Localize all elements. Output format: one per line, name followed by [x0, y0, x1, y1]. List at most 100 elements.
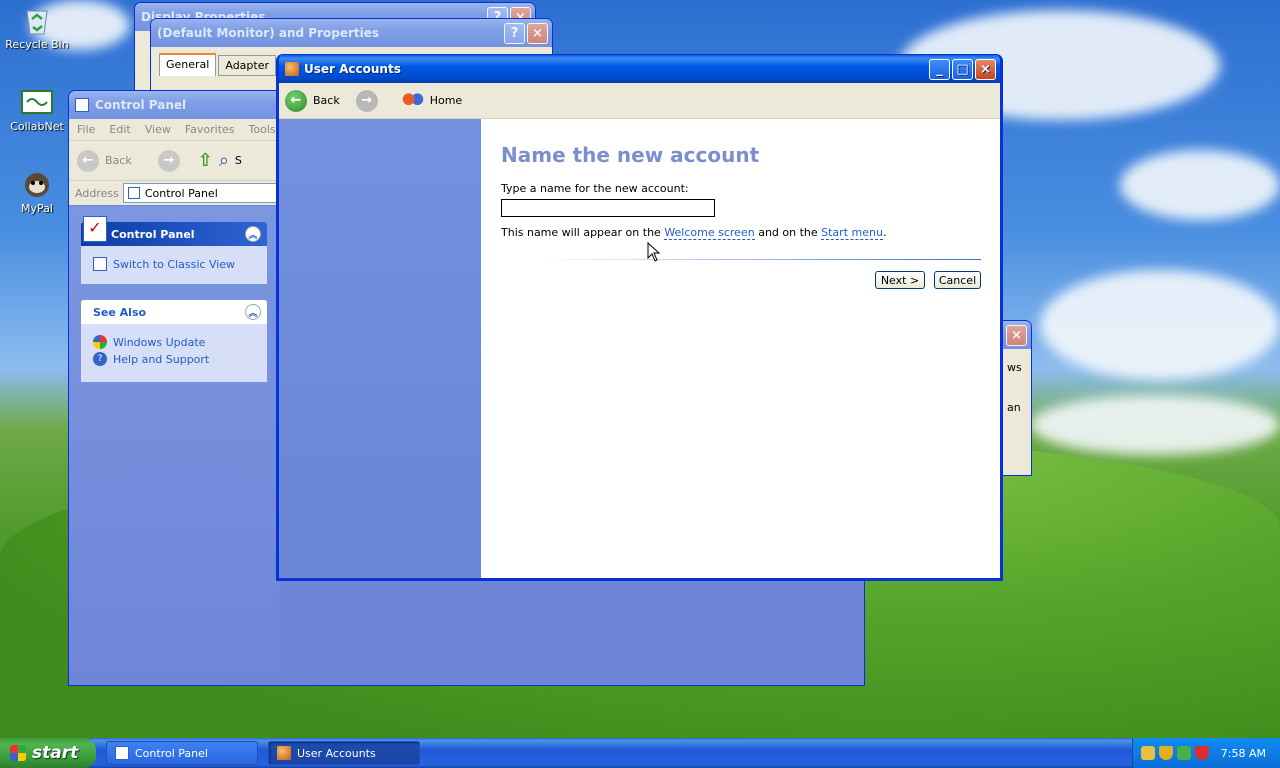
window-title: User Accounts — [304, 62, 401, 76]
taskbar: start Control Panel User Accounts 7:58 A… — [0, 738, 1280, 768]
help-button[interactable]: ? — [504, 22, 525, 44]
pane-header[interactable]: ✓ Control Panel ︽ — [81, 216, 267, 246]
see-also-pane: See Also ︽ Windows Update ? Help and Sup… — [81, 300, 267, 382]
task-label: User Accounts — [297, 746, 376, 760]
title-bar[interactable]: (Default Monitor) and Properties ? × — [151, 19, 552, 47]
collapse-icon[interactable]: ︽ — [245, 226, 261, 242]
desktop-icon-collabnet[interactable]: CollabNet — [2, 86, 72, 133]
cancel-button[interactable]: Cancel — [934, 271, 981, 289]
user-accounts-icon — [285, 62, 299, 76]
address-label: Address — [75, 186, 119, 200]
collapse-icon[interactable]: ︽ — [245, 304, 261, 320]
menu-view[interactable]: View — [145, 123, 171, 136]
forward-arrow-icon[interactable]: → — [355, 89, 378, 112]
dialog-text: an — [1007, 401, 1021, 414]
pane-title: See Also — [93, 305, 147, 319]
back-button-label[interactable]: Back — [313, 94, 340, 107]
pane-header[interactable]: See Also ︽ — [81, 300, 267, 324]
account-name-input[interactable] — [501, 199, 715, 217]
update-icon[interactable] — [1176, 746, 1191, 760]
task-pane: ✓ Control Panel ︽ Switch to Classic View… — [69, 206, 279, 685]
tab-general[interactable]: General — [159, 53, 217, 76]
back-button-label[interactable]: Back — [105, 154, 132, 167]
help-icon: ? — [93, 352, 107, 366]
control-panel-pane: ✓ Control Panel ︽ Switch to Classic View — [81, 216, 267, 284]
security-shield-icon[interactable] — [1158, 746, 1173, 760]
windows-update-icon — [93, 335, 107, 349]
back-arrow-icon[interactable]: ← — [77, 149, 99, 172]
welcome-screen-link[interactable]: Welcome screen — [664, 226, 755, 240]
user-accounts-window: User Accounts _ □ × ← Back → Home Name t… — [276, 54, 1003, 581]
collabnet-icon — [21, 86, 53, 118]
system-tray: 7:58 AM — [1132, 738, 1280, 768]
note-text: . — [882, 226, 887, 239]
desktop-icon-label: Recycle Bin — [5, 38, 69, 51]
windows-update-link[interactable]: Windows Update — [93, 335, 255, 349]
cloud — [1040, 270, 1280, 380]
window-title: (Default Monitor) and Properties — [157, 26, 380, 40]
maximize-button[interactable]: □ — [952, 58, 973, 80]
address-value: Control Panel — [144, 186, 218, 200]
desktop-icon-label: CollabNet — [10, 120, 64, 133]
link-label: Switch to Classic View — [113, 257, 236, 271]
divider — [537, 259, 981, 260]
up-folder-icon[interactable]: ⇧ — [198, 150, 213, 171]
cp-folder-icon — [127, 187, 140, 199]
window-title: Control Panel — [95, 98, 187, 112]
search-icon[interactable]: ⌕ — [219, 150, 229, 171]
help-and-support-link[interactable]: ? Help and Support — [93, 352, 255, 366]
side-pane — [279, 119, 481, 578]
close-button[interactable]: × — [975, 58, 996, 80]
start-menu-link[interactable]: Start menu — [821, 226, 883, 240]
title-bar[interactable]: User Accounts _ □ × — [279, 55, 1000, 83]
cloud — [1120, 150, 1280, 220]
network-icon[interactable] — [1140, 746, 1155, 760]
cloud — [1030, 395, 1280, 455]
alert-shield-icon[interactable] — [1194, 746, 1209, 760]
link-label: Windows Update — [113, 335, 206, 349]
close-button[interactable]: × — [527, 22, 548, 44]
page-heading: Name the new account — [501, 143, 760, 167]
recycle-bin-icon — [21, 4, 53, 36]
pane-title: Control Panel — [111, 227, 195, 241]
link-label: Help and Support — [113, 352, 210, 366]
dialog-text: ws — [1007, 361, 1022, 374]
user-accounts-icon — [277, 746, 291, 760]
taskbar-item-user-accounts[interactable]: User Accounts — [268, 741, 420, 765]
menu-file[interactable]: File — [77, 123, 95, 136]
tab-adapter[interactable]: Adapter — [218, 55, 276, 76]
close-button[interactable]: × — [1006, 324, 1027, 346]
start-label: start — [32, 743, 79, 763]
start-button[interactable]: start — [0, 738, 96, 768]
clock: 7:58 AM — [1220, 746, 1266, 760]
back-arrow-icon[interactable]: ← — [285, 89, 307, 112]
search-button-label[interactable]: S — [235, 154, 242, 167]
home-users-icon[interactable] — [401, 91, 424, 110]
forward-arrow-icon[interactable]: → — [157, 149, 180, 172]
menu-favorites[interactable]: Favorites — [185, 123, 235, 136]
note-text: This name will appear on the — [501, 226, 665, 239]
navigation-bar: ← Back → Home — [279, 83, 1000, 119]
minimize-button[interactable]: _ — [929, 58, 950, 80]
content-area: Name the new account Type a name for the… — [481, 119, 1000, 578]
control-panel-check-icon: ✓ — [83, 216, 107, 242]
note-text: and on the — [754, 226, 822, 239]
pane-body: Windows Update ? Help and Support — [81, 324, 267, 382]
desktop-icon-label: MyPal — [21, 202, 53, 215]
name-prompt-label: Type a name for the new account: — [501, 182, 689, 195]
windows-logo-icon — [10, 745, 26, 761]
classic-view-icon — [93, 257, 107, 271]
desktop-icon-mypal[interactable]: MyPal — [2, 168, 72, 215]
control-panel-icon — [115, 746, 129, 760]
mypal-icon — [21, 168, 53, 200]
taskbar-item-control-panel[interactable]: Control Panel — [106, 741, 258, 765]
switch-classic-view-link[interactable]: Switch to Classic View — [93, 257, 255, 271]
menu-edit[interactable]: Edit — [109, 123, 130, 136]
name-note: This name will appear on the Welcome scr… — [501, 226, 887, 240]
desktop-icon-recycle-bin[interactable]: Recycle Bin — [2, 4, 72, 51]
menu-tools[interactable]: Tools — [249, 123, 276, 136]
next-button[interactable]: Next > — [875, 271, 925, 289]
task-label: Control Panel — [135, 746, 208, 760]
home-button-label[interactable]: Home — [430, 94, 462, 107]
pane-body: Switch to Classic View — [81, 246, 267, 284]
